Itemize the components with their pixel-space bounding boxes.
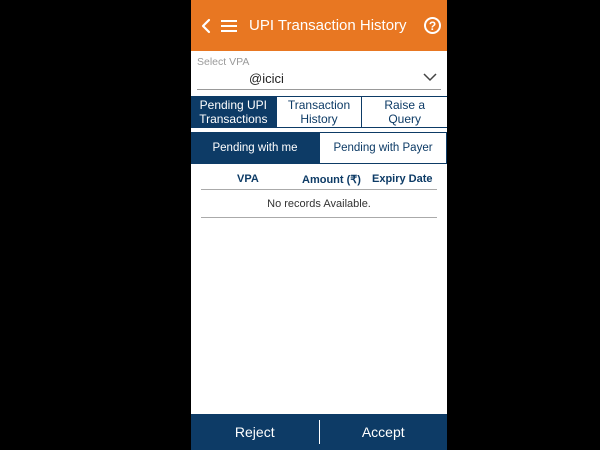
subtab-pending-with-me[interactable]: Pending with me [191,132,319,164]
sub-tabs: Pending with me Pending with Payer [191,132,447,164]
page-title: UPI Transaction History [249,17,407,34]
vpa-dropdown[interactable]: @icici [197,68,441,90]
tab-pending-upi-transactions[interactable]: Pending UPI Transactions [191,97,276,127]
subtab-pending-with-payer[interactable]: Pending with Payer [319,132,447,164]
vpa-label: Select VPA [197,56,250,68]
vpa-value: @icici [249,71,284,86]
hamburger-line [221,25,237,27]
action-bar: Reject Accept [191,414,447,450]
tab-raise-a-query[interactable]: Raise a Query [361,97,447,127]
column-header-expiry-date: Expiry Date [372,173,433,185]
app-header: UPI Transaction History ? [191,0,447,51]
menu-button[interactable] [220,16,238,36]
back-button[interactable] [196,15,216,37]
tab-transaction-history[interactable]: Transaction History [275,97,362,127]
chevron-down-icon [423,73,437,82]
table-header: VPA Amount (₹) Expiry Date [201,171,437,190]
chevron-left-icon [201,18,211,34]
empty-state-message: No records Available. [201,191,437,218]
help-button[interactable]: ? [424,17,441,34]
column-header-amount: Amount (₹) [302,174,361,186]
main-tabs: Pending UPI Transactions Transaction His… [191,96,447,128]
hamburger-menu-icon [221,20,237,22]
help-circle-icon: ? [428,18,437,33]
reject-button[interactable]: Reject [191,414,319,450]
hamburger-line [221,30,237,32]
column-header-vpa: VPA [237,173,259,185]
accept-button[interactable]: Accept [320,414,448,450]
app-screen: UPI Transaction History ? Select VPA @ic… [191,0,447,450]
